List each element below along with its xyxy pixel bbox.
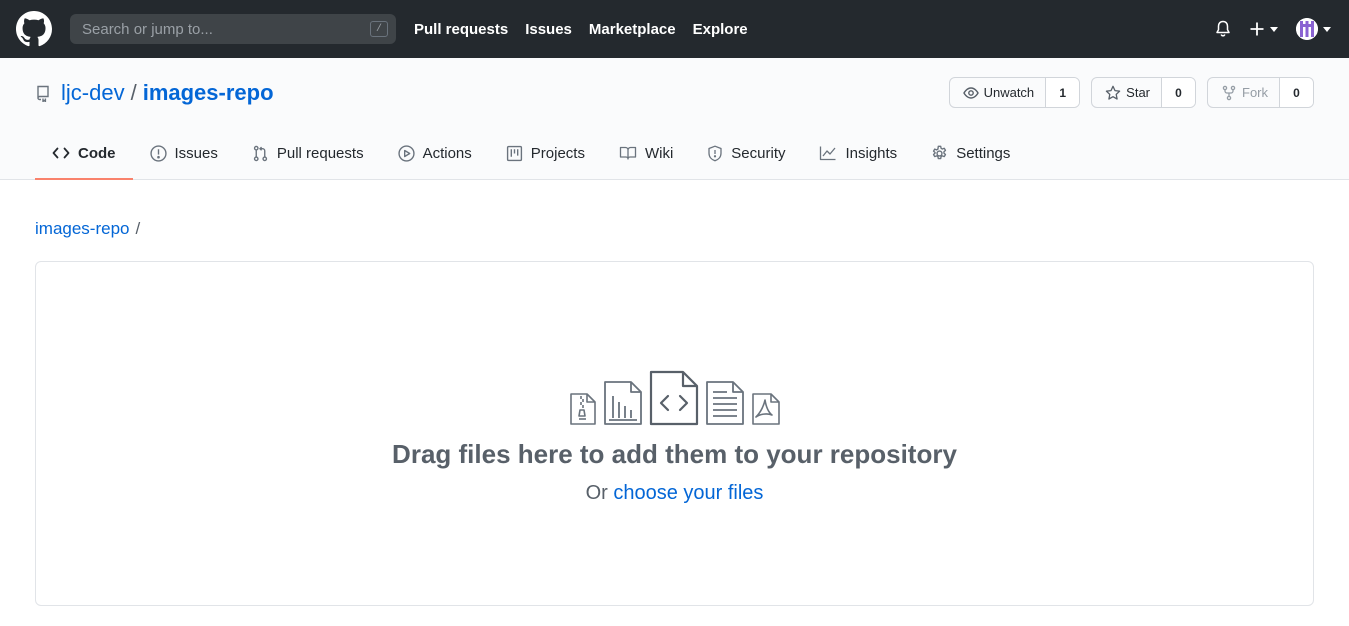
fork-group: Fork 0	[1207, 77, 1314, 108]
search-input[interactable]	[82, 20, 386, 38]
global-header: / Pull requests Issues Marketplace Explo…	[0, 0, 1349, 58]
tab-issues-label: Issues	[174, 144, 218, 162]
gear-icon	[933, 145, 947, 159]
star-group: Star 0	[1091, 77, 1196, 108]
tab-security[interactable]: Security	[690, 128, 802, 180]
chevron-down-icon	[1270, 26, 1278, 32]
repo-owner-link[interactable]: ljc-dev	[61, 80, 125, 106]
file-zip-icon	[569, 393, 596, 425]
tab-security-label: Security	[731, 144, 786, 162]
plus-icon	[1250, 22, 1264, 36]
unwatch-label: Unwatch	[983, 85, 1035, 100]
unwatch-button[interactable]: Unwatch	[950, 78, 1047, 107]
nav-issues[interactable]: Issues	[525, 21, 572, 38]
file-code-icon	[649, 370, 698, 426]
watchers-count[interactable]: 1	[1046, 78, 1080, 107]
breadcrumb: images-repo /	[35, 219, 140, 239]
tab-wiki-label: Wiki	[644, 144, 674, 162]
pull-request-icon	[253, 145, 267, 161]
star-button[interactable]: Star	[1092, 78, 1162, 107]
bell-icon	[1216, 20, 1230, 37]
tab-pull-requests[interactable]: Pull requests	[235, 128, 381, 180]
choose-files-row: Or choose your files	[36, 482, 1313, 505]
fork-label: Fork	[1242, 85, 1268, 100]
file-drop-zone[interactable]: Drag files here to add them to your repo…	[35, 261, 1314, 606]
nav-pull-requests[interactable]: Pull requests	[414, 21, 508, 38]
file-pdf-icon	[751, 393, 780, 425]
tab-projects[interactable]: Projects	[489, 128, 602, 180]
star-icon	[1105, 85, 1121, 100]
user-menu-button[interactable]	[1296, 18, 1331, 40]
chevron-down-icon	[1323, 26, 1331, 32]
repo-actions: Unwatch 1 Star 0 Fork 0	[938, 77, 1314, 108]
or-text: Or	[585, 482, 608, 504]
fork-icon	[1222, 85, 1236, 100]
file-chart-icon	[603, 381, 642, 425]
star-label: Star	[1126, 85, 1150, 100]
project-icon	[506, 145, 522, 161]
github-logo-icon[interactable]	[16, 11, 52, 47]
issue-icon	[149, 144, 167, 162]
watch-group: Unwatch 1	[948, 77, 1081, 108]
tab-code-label: Code	[78, 144, 116, 162]
repository-header: ljc-dev / images-repo Unwatch 1 Star 0 F…	[0, 58, 1349, 180]
repo-title: ljc-dev / images-repo	[35, 78, 274, 108]
header-right-actions	[1197, 0, 1331, 58]
create-new-button[interactable]	[1249, 21, 1278, 37]
choose-files-link[interactable]: choose your files	[613, 482, 763, 504]
repo-tabs: Code Issues Pull requests Actions Projec…	[35, 128, 1027, 180]
stars-count[interactable]: 0	[1162, 78, 1195, 107]
tab-wiki[interactable]: Wiki	[602, 128, 690, 180]
repo-name-link[interactable]: images-repo	[143, 80, 274, 106]
avatar	[1296, 18, 1318, 40]
forks-count[interactable]: 0	[1280, 78, 1313, 107]
tab-actions-label: Actions	[422, 144, 472, 162]
tab-insights-label: Insights	[845, 144, 898, 162]
file-text-icon	[705, 381, 744, 425]
eye-icon	[962, 86, 979, 99]
drop-zone-title: Drag files here to add them to your repo…	[392, 439, 957, 469]
slash-shortcut-hint: /	[370, 21, 388, 37]
global-nav: Pull requests Issues Marketplace Explore	[414, 21, 765, 38]
breadcrumb-repo-link[interactable]: images-repo	[35, 219, 130, 238]
search-box[interactable]: /	[70, 14, 396, 44]
graph-icon	[820, 146, 836, 161]
tab-insights[interactable]: Insights	[802, 128, 914, 180]
tab-pull-requests-label: Pull requests	[276, 144, 364, 162]
tab-actions[interactable]: Actions	[381, 128, 489, 180]
breadcrumb-separator: /	[135, 219, 141, 238]
nav-explore[interactable]: Explore	[693, 21, 748, 38]
notifications-button[interactable]	[1215, 20, 1231, 38]
tab-projects-label: Projects	[530, 144, 585, 162]
repo-icon	[37, 85, 49, 102]
file-type-icons	[36, 370, 1313, 426]
book-icon	[619, 146, 637, 160]
fork-button[interactable]: Fork	[1208, 78, 1280, 107]
repo-title-separator: /	[130, 80, 137, 105]
tab-settings-label: Settings	[956, 144, 1011, 162]
play-icon	[397, 144, 415, 162]
tab-code[interactable]: Code	[35, 128, 133, 180]
tab-settings[interactable]: Settings	[914, 128, 1027, 180]
shield-icon	[708, 145, 722, 161]
tab-issues[interactable]: Issues	[133, 128, 235, 180]
nav-marketplace[interactable]: Marketplace	[589, 21, 676, 38]
code-icon	[52, 147, 70, 159]
